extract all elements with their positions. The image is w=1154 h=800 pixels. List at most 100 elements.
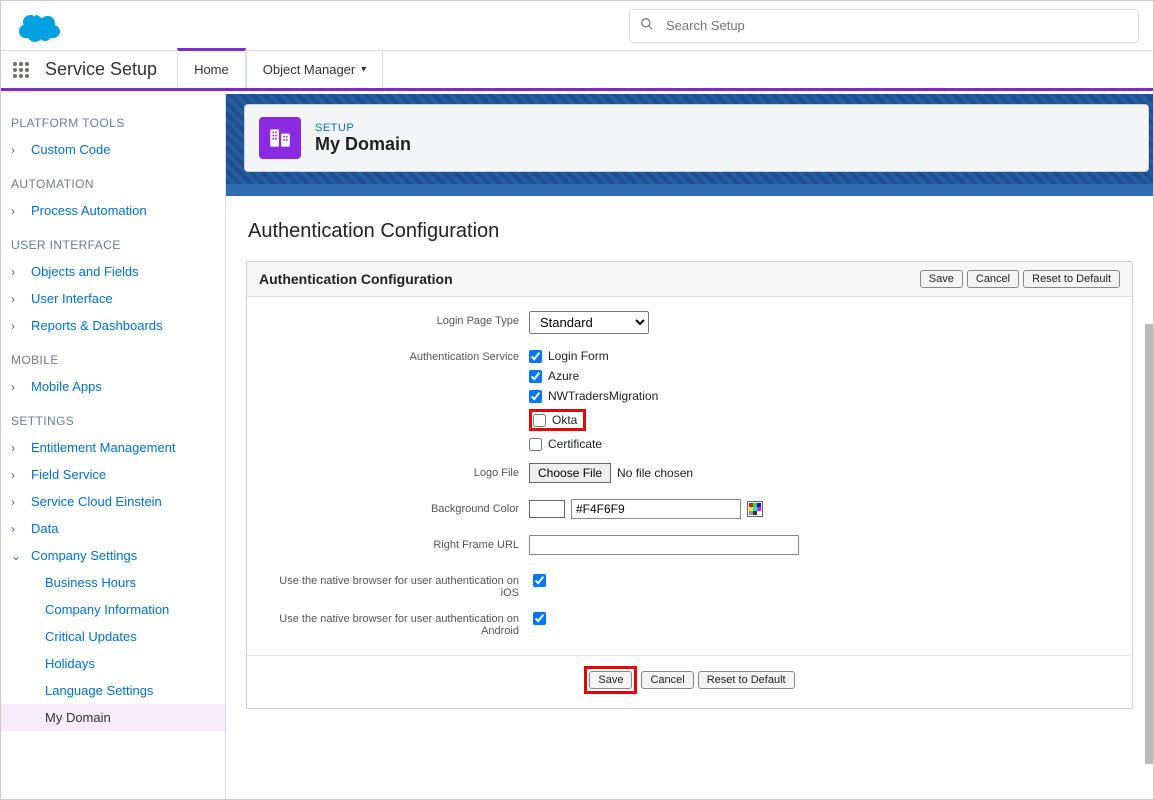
sidebar-section-platform-tools: PLATFORM TOOLS [1,102,225,136]
chevron-right-icon: › [11,495,27,509]
no-file-chosen-text: No file chosen [617,466,693,480]
sidebar-item-label: Company Settings [31,548,137,563]
app-name: Service Setup [41,51,177,88]
bg-color-swatch [529,500,565,518]
sidebar-sub-holidays[interactable]: Holidays [1,650,225,677]
sidebar-sub-language-settings[interactable]: Language Settings [1,677,225,704]
chevron-right-icon: › [11,468,27,482]
main-content: SETUP My Domain Authentication Configura… [226,94,1153,799]
section-heading: Authentication Configuration [248,220,1133,243]
sidebar-section-mobile: MOBILE [1,339,225,373]
chevron-right-icon: › [11,319,27,333]
sidebar-item-field-service[interactable]: › Field Service [1,461,225,488]
sidebar-item-label: Process Automation [31,203,147,218]
sidebar-item-label: Entitlement Management [31,440,176,455]
sidebar-item-label: Service Cloud Einstein [31,494,162,509]
right-frame-url-input[interactable] [529,535,799,555]
sidebar-item-user-interface[interactable]: ›User Interface [1,285,225,312]
chevron-right-icon: › [11,522,27,536]
sidebar-item-mobile-apps[interactable]: ›Mobile Apps [1,373,225,400]
search-setup-box[interactable] [629,9,1139,43]
tab-home-label: Home [194,62,229,77]
auth-service-okta-checkbox[interactable] [533,414,546,427]
panel-footer: Save Cancel Reset to Default [247,655,1132,708]
sidebar-section-settings: SETTINGS [1,400,225,434]
sidebar-item-custom-code[interactable]: › Custom Code [1,136,225,163]
reset-button-bottom[interactable]: Reset to Default [698,671,795,689]
sidebar-item-label: Objects and Fields [31,264,139,279]
sidebar-sub-critical-updates[interactable]: Critical Updates [1,623,225,650]
scrollbar-thumb[interactable] [1145,324,1153,764]
sidebar-item-objects-fields[interactable]: › Objects and Fields [1,258,225,285]
sidebar-section-automation: AUTOMATION [1,163,225,197]
auth-service-label-text: Login Form [548,349,609,363]
cancel-button-bottom[interactable]: Cancel [641,671,693,689]
tab-object-manager[interactable]: Object Manager ▾ [246,51,384,88]
sidebar-sub-company-information[interactable]: Company Information [1,596,225,623]
okta-highlight: Okta [529,409,586,431]
auth-service-login-form-checkbox[interactable] [529,350,542,363]
salesforce-cloud-icon [15,9,63,43]
sidebar-item-label: Custom Code [31,142,110,157]
native-android-label: Use the native browser for user authenti… [269,609,529,637]
sidebar-section-user-interface: USER INTERFACE [1,224,225,258]
sidebar-item-data[interactable]: › Data [1,515,225,542]
page-eyebrow: SETUP [315,122,411,134]
auth-service-label: Authentication Service [269,347,529,363]
sidebar-item-service-cloud-einstein[interactable]: › Service Cloud Einstein [1,488,225,515]
native-android-checkbox[interactable] [533,612,546,625]
top-header [1,1,1153,51]
color-picker-icon[interactable] [747,501,763,517]
chevron-down-icon: ⌄ [11,549,27,563]
choose-file-button[interactable]: Choose File [529,463,611,483]
sidebar-sub-business-hours[interactable]: Business Hours [1,569,225,596]
auth-service-label-text: Certificate [548,437,602,451]
native-ios-label: Use the native browser for user authenti… [269,571,529,599]
save-button-top[interactable]: Save [920,270,963,288]
header-divider [226,184,1153,196]
panel-title: Authentication Configuration [259,271,453,287]
chevron-right-icon: › [11,143,27,157]
setup-sidebar[interactable]: PLATFORM TOOLS › Custom Code AUTOMATION ›… [1,94,226,799]
auth-service-label-text: NWTradersMigration [548,389,658,403]
search-icon [640,17,664,34]
sidebar-item-label: Mobile Apps [31,379,102,394]
cancel-button-top[interactable]: Cancel [967,270,1019,288]
sidebar-item-entitlement-management[interactable]: ›Entitlement Management [1,434,225,461]
tab-home[interactable]: Home [177,48,246,88]
tab-object-manager-label: Object Manager [263,62,356,77]
auth-service-azure-checkbox[interactable] [529,370,542,383]
reset-button-top[interactable]: Reset to Default [1023,270,1120,288]
chevron-right-icon: › [11,204,27,218]
sidebar-item-label: User Interface [31,291,113,306]
chevron-right-icon: › [11,265,27,279]
auth-service-label-text: Azure [548,369,579,383]
sidebar-item-label: Reports & Dashboards [31,318,163,333]
sidebar-item-company-settings[interactable]: ⌄ Company Settings [1,542,225,569]
auth-service-nwtraders-checkbox[interactable] [529,390,542,403]
auth-service-label-text: Okta [552,413,577,427]
sidebar-item-reports-dashboards[interactable]: › Reports & Dashboards [1,312,225,339]
sidebar-item-label: Data [31,521,58,536]
page-header-band: SETUP My Domain [226,94,1153,184]
panel-header: Authentication Configuration Save Cancel… [247,262,1132,297]
building-icon [259,117,301,159]
search-input[interactable] [664,17,1128,34]
app-launcher-icon[interactable] [1,51,41,88]
nav-bar: Service Setup Home Object Manager ▾ [1,51,1153,91]
page-header-card: SETUP My Domain [244,104,1149,172]
save-button-bottom[interactable]: Save [589,671,632,689]
bg-color-input[interactable] [571,499,741,519]
auth-service-certificate-checkbox[interactable] [529,438,542,451]
sidebar-item-label: Field Service [31,467,106,482]
save-highlight: Save [584,666,637,694]
auth-config-panel: Authentication Configuration Save Cancel… [246,261,1133,709]
sidebar-sub-my-domain[interactable]: My Domain [1,704,225,731]
chevron-down-icon: ▾ [361,64,366,75]
bg-color-label: Background Color [269,499,529,515]
logo-file-label: Logo File [269,463,529,479]
page-title: My Domain [315,134,411,155]
sidebar-item-process-automation[interactable]: › Process Automation [1,197,225,224]
native-ios-checkbox[interactable] [533,574,546,587]
login-page-type-select[interactable]: Standard [529,311,649,334]
